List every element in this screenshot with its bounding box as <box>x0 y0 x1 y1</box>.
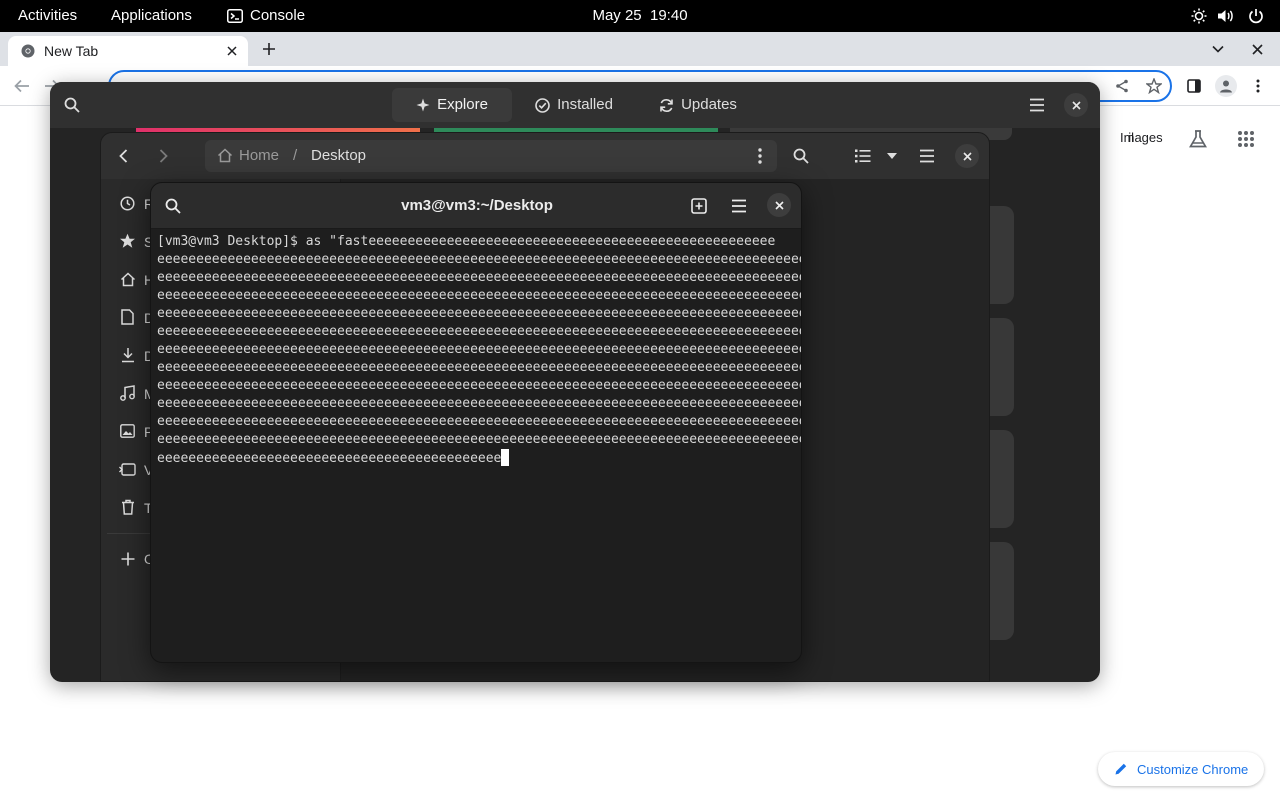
terminal-line: eeeeeeeeeeeeeeeeeeeeeeeeeeeeeeeeeeeeeeee… <box>157 270 801 285</box>
side-panel-icon[interactable] <box>1184 76 1204 96</box>
chrome-tab-strip: New Tab <box>0 32 1280 66</box>
terminal-line: eeeeeeeeeeeeeeeeeeeeeeeeeeeeeeeeeeeeeeee… <box>157 432 801 447</box>
terminal-line: [vm3@vm3 Desktop]$ as "fasteeeeeeeeeeeee… <box>157 234 776 249</box>
gnome-top-bar: Activities Applications Console May 25 1… <box>0 0 1280 32</box>
software-search-icon[interactable] <box>62 95 82 115</box>
customize-chrome-button[interactable]: Customize Chrome <box>1098 752 1264 786</box>
tab-explore-label: Explore <box>437 96 488 113</box>
software-close-icon[interactable] <box>1064 93 1088 117</box>
new-tab-icon[interactable] <box>689 196 709 216</box>
window-close-icon[interactable] <box>1248 40 1266 58</box>
breadcrumb-home[interactable]: Home <box>239 147 279 164</box>
clock[interactable]: May 25 19:40 <box>592 7 687 24</box>
images-link[interactable]: Images <box>1120 130 1163 145</box>
labs-flask-icon[interactable] <box>1186 127 1210 151</box>
tab-search-chevron-icon[interactable] <box>1209 40 1227 58</box>
tab-installed-label: Installed <box>557 96 613 113</box>
home-icon <box>120 272 136 287</box>
terminal-line: eeeeeeeeeeeeeeeeeeeeeeeeeeeeeeeeeeeeeeee… <box>157 396 801 411</box>
terminal-line: eeeeeeeeeeeeeeeeeeeeeeeeeeeeeeeeeeeeeeee… <box>157 252 801 267</box>
files-forward-chevron-icon[interactable] <box>153 146 173 166</box>
terminal-line: eeeeeeeeeeeeeeeeeeeeeeeeeeeeeeeeeeeeeeee… <box>157 378 801 393</box>
clock-container: May 25 19:40 <box>0 0 1280 32</box>
clock-time: 19:40 <box>650 7 688 24</box>
video-icon <box>119 463 136 476</box>
breadcrumb-desktop[interactable]: Desktop <box>311 147 366 164</box>
terminal-line: eeeeeeeeeeeeeeeeeeeeeeeeeeeeeeeeeeeeeeee… <box>157 449 797 468</box>
files-close-icon[interactable] <box>955 144 979 168</box>
pencil-icon <box>1114 762 1128 776</box>
power-icon[interactable] <box>1247 7 1265 25</box>
customize-chrome-label: Customize Chrome <box>1137 761 1249 777</box>
terminal-cursor <box>501 449 510 466</box>
list-view-icon[interactable] <box>853 146 873 166</box>
google-apps-grid-icon[interactable] <box>1235 128 1257 150</box>
download-icon <box>121 347 135 363</box>
check-circle-icon <box>535 97 550 113</box>
trash-icon <box>121 499 135 515</box>
console-label: Console <box>250 7 306 24</box>
activities-button[interactable]: Activities <box>18 0 77 32</box>
console-app-menu[interactable]: Console <box>227 0 305 32</box>
chrome-menu-kebab-icon[interactable] <box>1249 76 1267 96</box>
clock-date: May 25 <box>592 7 642 24</box>
terminal-search-icon[interactable] <box>163 196 183 216</box>
terminal-line: eeeeeeeeeeeeeeeeeeeeeeeeeeeeeeeeeeeeeeee… <box>157 360 801 375</box>
category-card[interactable] <box>990 206 1014 304</box>
brightness-icon[interactable] <box>1190 7 1208 25</box>
new-tab-plus-icon[interactable] <box>260 40 278 58</box>
view-options-dropdown-icon[interactable] <box>883 146 901 166</box>
terminal-close-icon[interactable] <box>767 193 791 217</box>
tab-title: New Tab <box>44 43 99 59</box>
terminal-icon <box>227 9 243 23</box>
music-icon <box>120 385 135 401</box>
close-tab-icon[interactable] <box>224 43 240 59</box>
terminal-menu-hamburger-icon[interactable] <box>729 196 749 216</box>
terminal-line: eeeeeeeeeeeeeeeeeeeeeeeeeeeeeeeeeeeeeeee… <box>157 306 801 321</box>
back-arrow-icon[interactable] <box>12 77 32 95</box>
compass-icon <box>416 98 430 112</box>
terminal-header-bar <box>151 183 801 229</box>
tab-explore[interactable]: Explore <box>392 88 512 122</box>
terminal-line: eeeeeeeeeeeeeeeeeeeeeeeeeeeeeeeeeeeeeeee… <box>157 324 801 339</box>
bookmark-star-icon[interactable] <box>1144 76 1164 96</box>
files-menu-hamburger-icon[interactable] <box>917 146 937 166</box>
files-header-bar: Home / Desktop <box>101 133 989 179</box>
category-card[interactable] <box>990 542 1014 640</box>
document-icon <box>121 309 134 325</box>
applications-menu[interactable]: Applications <box>111 0 192 32</box>
software-header-bar: Explore Installed Updates <box>50 82 1100 128</box>
tab-installed[interactable]: Installed <box>524 88 624 122</box>
star-icon <box>119 233 136 249</box>
files-search-icon[interactable] <box>791 146 811 166</box>
plus-icon <box>121 552 135 566</box>
share-icon[interactable] <box>1112 77 1132 95</box>
chrome-favicon-icon <box>21 44 35 58</box>
terminal-line: eeeeeeeeeeeeeeeeeeeeeeeeeeeeeeeeeeeeeeee… <box>157 288 801 303</box>
terminal-line: eeeeeeeeeeeeeeeeeeeeeeeeeeeeeeeeeeeeeeee… <box>157 342 801 357</box>
location-bar[interactable]: Home / Desktop <box>205 140 777 172</box>
clock-icon <box>120 196 135 211</box>
location-menu-kebab-icon[interactable] <box>753 146 767 166</box>
refresh-icon <box>659 98 674 113</box>
volume-icon[interactable] <box>1217 7 1235 25</box>
files-back-chevron-icon[interactable] <box>113 146 133 166</box>
picture-icon <box>120 424 135 438</box>
tab-updates[interactable]: Updates <box>648 88 748 122</box>
software-menu-hamburger-icon[interactable] <box>1027 95 1047 115</box>
tab-updates-label: Updates <box>681 96 737 113</box>
category-card[interactable] <box>990 318 1014 416</box>
tab-new-tab[interactable]: New Tab <box>8 36 248 66</box>
profile-avatar-icon[interactable] <box>1215 75 1237 97</box>
home-icon <box>217 148 233 163</box>
terminal-window: vm3@vm3:~/Desktop [vm3@vm3 Desktop]$ as … <box>150 182 802 663</box>
terminal-line: eeeeeeeeeeeeeeeeeeeeeeeeeeeeeeeeeeeeeeee… <box>157 414 801 429</box>
terminal-output[interactable]: [vm3@vm3 Desktop]$ as "fasteeeeeeeeeeeee… <box>157 233 801 468</box>
breadcrumb-separator: / <box>293 147 298 164</box>
category-card[interactable] <box>990 430 1014 528</box>
